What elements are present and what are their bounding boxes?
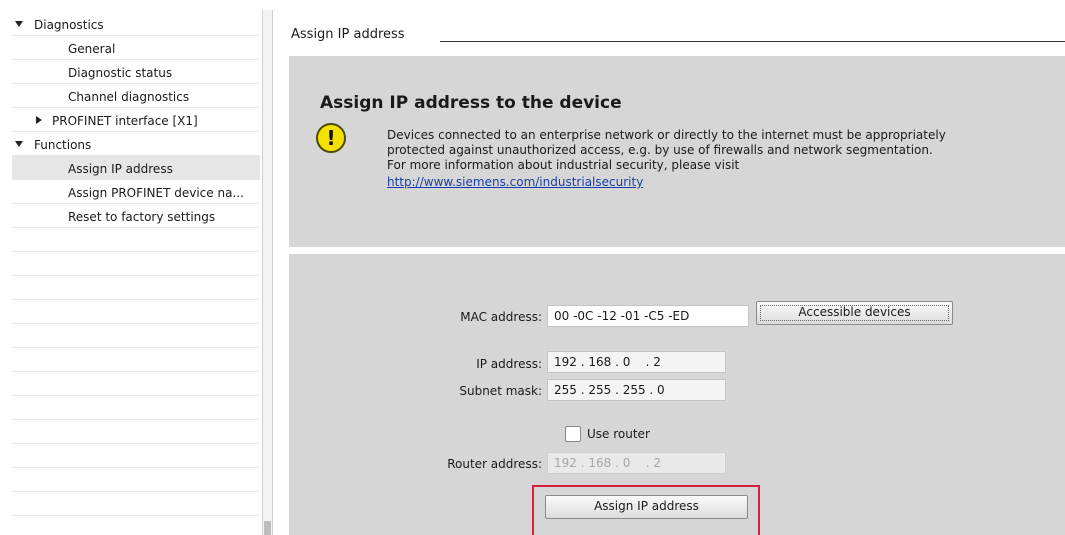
tree-item-assign-ip-address[interactable]: Assign IP address — [12, 156, 260, 180]
tree-empty-row — [12, 324, 260, 348]
tree-item-label: Reset to factory settings — [68, 210, 216, 224]
chevron-right-icon[interactable] — [36, 116, 42, 124]
tree-item-label: Functions — [34, 138, 92, 152]
assign-ip-form: MAC address: 00 -0C -12 -01 -C5 -ED Acce… — [289, 254, 1065, 535]
industrial-security-link[interactable]: http://www.siemens.com/industrialsecurit… — [387, 175, 1057, 190]
tree-item-diagnostics[interactable]: Diagnostics — [12, 12, 260, 36]
tree-item-label: Diagnostic status — [68, 66, 173, 80]
mac-address-label: MAC address: — [460, 310, 542, 324]
tree-empty-row — [12, 420, 260, 444]
tree-empty-row — [12, 300, 260, 324]
tree-empty-row — [12, 252, 260, 276]
pane-splitter[interactable] — [262, 10, 273, 535]
tree-item-functions[interactable]: Functions — [12, 132, 260, 156]
section-divider — [440, 41, 1065, 42]
scrollbar-thumb[interactable] — [264, 521, 271, 535]
info-title: Assign IP address to the device — [320, 93, 622, 113]
chevron-down-icon[interactable] — [15, 141, 23, 147]
tree-empty-row — [12, 276, 260, 300]
router-address-label: Router address: — [447, 457, 542, 471]
tree-item-label: Diagnostics — [34, 18, 104, 32]
tree-item-assign-profinet-device-name[interactable]: Assign PROFINET device na... — [12, 180, 260, 204]
notice-line: protected against unauthorized access, e… — [387, 143, 933, 157]
mac-address-field[interactable]: 00 -0C -12 -01 -C5 -ED — [547, 305, 749, 327]
accessible-devices-button[interactable]: Accessible devices — [756, 301, 953, 325]
use-router-label: Use router — [587, 427, 650, 441]
router-address-field: 192 . 168 . 0 . 2 — [547, 452, 726, 474]
navigation-tree: Diagnostics General Diagnostic status Ch… — [0, 0, 262, 535]
subnet-mask-field[interactable]: 255 . 255 . 255 . 0 — [547, 379, 726, 401]
use-router-checkbox[interactable] — [565, 426, 581, 442]
section-title: Assign IP address — [291, 27, 405, 42]
tree-empty-row — [12, 396, 260, 420]
ip-address-label: IP address: — [476, 357, 542, 371]
ip-address-field[interactable]: 192 . 168 . 0 . 2 — [547, 351, 726, 373]
tree-item-profinet-interface[interactable]: PROFINET interface [X1] — [12, 108, 260, 132]
notice-line: For more information about industrial se… — [387, 158, 740, 172]
tree-empty-row — [12, 444, 260, 468]
tree-item-diagnostic-status[interactable]: Diagnostic status — [12, 60, 260, 84]
tree-empty-row — [12, 372, 260, 396]
tree-item-channel-diagnostics[interactable]: Channel diagnostics — [12, 84, 260, 108]
tree-item-label: Assign PROFINET device na... — [68, 186, 244, 200]
warning-icon: ! — [316, 123, 346, 153]
tree-empty-row — [12, 228, 260, 252]
highlight-frame — [532, 485, 760, 535]
security-notice: Devices connected to an enterprise netwo… — [387, 128, 1057, 190]
tree-item-reset-to-factory-settings[interactable]: Reset to factory settings — [12, 204, 260, 228]
chevron-down-icon[interactable] — [15, 21, 23, 27]
security-info-panel: Assign IP address to the device ! Device… — [289, 56, 1065, 247]
notice-line: Devices connected to an enterprise netwo… — [387, 128, 946, 142]
tree-item-label: General — [68, 42, 116, 56]
tree-item-label: Assign IP address — [68, 162, 173, 176]
tree-empty-row — [12, 348, 260, 372]
subnet-mask-label: Subnet mask: — [459, 384, 542, 398]
tree-item-label: PROFINET interface [X1] — [52, 114, 198, 128]
content-area: Assign IP address Assign IP address to t… — [275, 0, 1065, 535]
tree-item-label: Channel diagnostics — [68, 90, 190, 104]
tree-item-general[interactable]: General — [12, 36, 260, 60]
tree-empty-row — [12, 468, 260, 492]
tree-empty-row — [12, 492, 260, 516]
